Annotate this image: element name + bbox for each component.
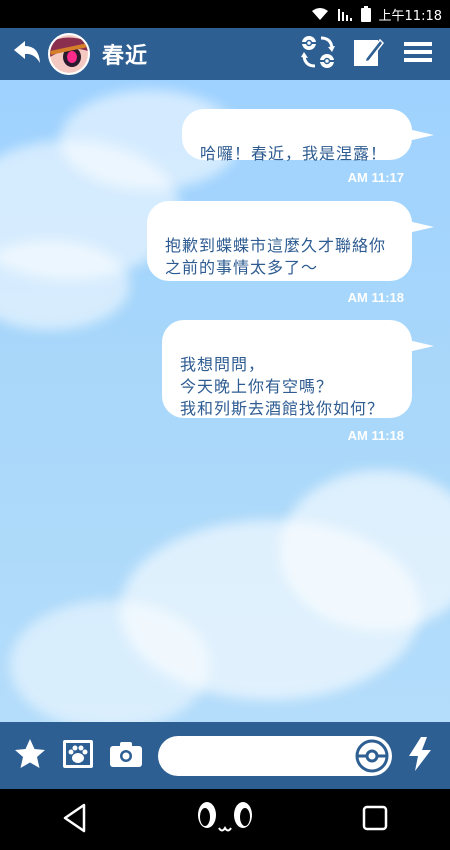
star-icon [14, 738, 46, 774]
message-bubble[interactable]: 我想問問， 今天晚上你有空嗎？ 我和列斯去酒館找你如何？ [162, 320, 434, 418]
message-bubble[interactable]: 抱歉到蝶蝶市這麼久才聯絡你 之前的事情太多了～ [147, 201, 434, 281]
favorite-button[interactable] [10, 736, 50, 776]
chat-area[interactable]: 哈囉！春近，我是涅露！ AM 11:17 抱歉到蝶蝶市這麼久才聯絡你 之前的事情… [0, 80, 450, 722]
back-button[interactable] [10, 37, 44, 71]
lightning-icon [407, 736, 433, 775]
system-nav-bar [0, 789, 450, 850]
status-time: 上午11:18 [378, 8, 442, 24]
swap-icon [299, 34, 337, 74]
swap-button[interactable] [296, 32, 340, 76]
nav-home-icon [194, 800, 256, 840]
battery-icon [360, 6, 371, 22]
compose-icon [352, 36, 384, 72]
pokeball-icon[interactable] [355, 739, 389, 773]
paw-photo-icon [63, 739, 93, 772]
menu-icon [404, 40, 432, 68]
message-text: 哈囉！春近，我是涅露！ [200, 144, 388, 163]
message-input-container [158, 735, 392, 776]
message-time: AM 11:17 [347, 170, 404, 185]
contact-name: 春近 [102, 44, 149, 69]
compose-button[interactable] [346, 32, 390, 76]
wifi-icon [311, 7, 329, 21]
message-time: AM 11:18 [347, 428, 404, 443]
back-arrow-icon [12, 39, 42, 69]
photo-button[interactable] [58, 736, 98, 776]
message-bubble[interactable]: 哈囉！春近，我是涅露！ [182, 109, 434, 163]
nav-back-icon [62, 803, 88, 837]
nav-recents-icon [362, 805, 388, 835]
camera-icon [110, 741, 142, 771]
quick-send-button[interactable] [400, 736, 440, 776]
avatar[interactable] [48, 33, 90, 75]
status-bar: 上午11:18 [0, 0, 450, 28]
signal-icon [337, 7, 353, 21]
cloud-decoration [10, 600, 210, 722]
nav-recents-button[interactable] [345, 795, 405, 845]
nav-back-button[interactable] [45, 795, 105, 845]
camera-button[interactable] [106, 736, 146, 776]
message-time: AM 11:18 [347, 290, 404, 305]
message-text: 我想問問， 今天晚上你有空嗎？ 我和列斯去酒館找你如何？ [180, 355, 385, 418]
chat-header: 春近 [0, 28, 450, 80]
menu-button[interactable] [396, 32, 440, 76]
message-text: 抱歉到蝶蝶市這麼久才聯絡你 之前的事情太多了～ [165, 236, 387, 277]
nav-home-button[interactable] [195, 795, 255, 845]
composer-bar [0, 722, 450, 789]
